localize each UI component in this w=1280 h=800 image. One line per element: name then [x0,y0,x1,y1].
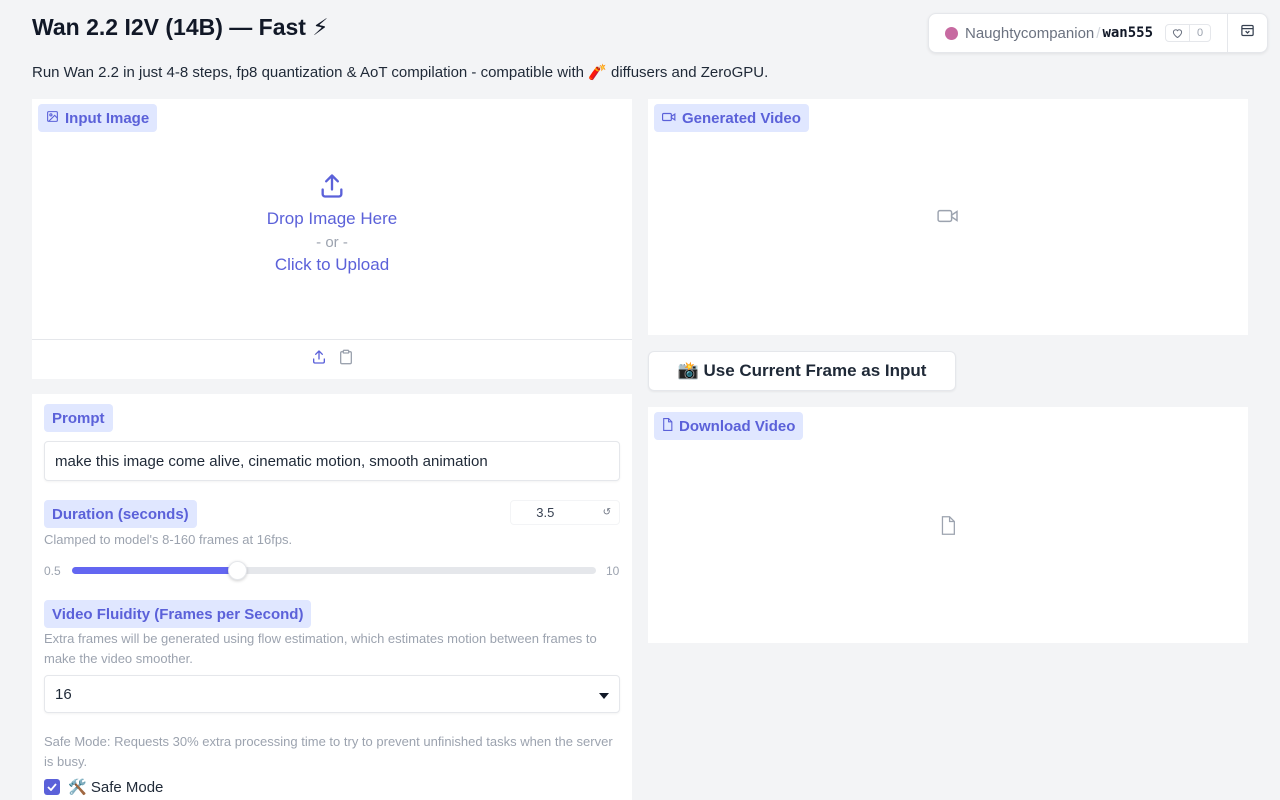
use-current-frame-button[interactable]: 📸 Use Current Frame as Input [648,351,956,391]
prompt-label: Prompt [44,404,113,432]
space-owner-link[interactable]: Naughtycompanion [965,25,1094,42]
owner-avatar[interactable] [945,26,958,40]
drop-image-text: Drop Image Here [266,209,398,228]
generated-video-label-text: Generated Video [682,109,801,127]
drop-or-text: - or - [316,234,348,251]
video-icon [662,110,676,127]
duration-label: Duration (seconds) [44,500,197,528]
input-image-label: Input Image [38,104,158,132]
clipboard-source-button[interactable] [339,349,353,370]
image-icon [46,110,59,127]
generated-video-panel: Generated Video [648,99,1248,335]
badge-separator: / [1096,24,1101,42]
space-name-link[interactable]: wan555 [1102,25,1153,41]
click-to-upload-text: Click to Upload [274,255,390,274]
dropdown-arrow-icon [599,686,609,703]
clipboard-icon [339,349,353,369]
slider-min-label: 0.5 [44,564,61,578]
reset-icon[interactable]: ↺ [580,507,619,518]
download-video-label: Download Video [654,412,804,440]
collapse-icon [1240,23,1255,43]
duration-slider[interactable] [72,561,596,580]
download-video-panel: Download Video [648,407,1248,643]
page-subtitle: Run Wan 2.2 in just 4-8 steps, fp8 quant… [32,64,769,81]
fps-selected-value: 16 [55,685,72,703]
upload-icon [311,350,327,369]
page-title: Wan 2.2 I2V (14B) — Fast ⚡ [32,14,329,40]
video-placeholder-icon [937,207,959,230]
fluidity-label: Video Fluidity (Frames per Second) [44,600,312,628]
like-count: 0 [1197,27,1204,39]
safe-mode-checkbox[interactable] [44,779,60,795]
download-video-label-text: Download Video [679,417,796,435]
space-badge: Naughtycompanion / wan555 0 [928,13,1268,53]
slider-thumb[interactable] [228,561,247,580]
heart-icon [1166,25,1191,41]
settings-panel: Prompt Duration (seconds) 3.5 ↺ Clamped … [32,394,632,800]
fluidity-info: Extra frames will be generated using flo… [44,631,597,666]
input-image-toolbar [32,339,632,379]
file-placeholder-icon [940,516,956,540]
safe-mode-row[interactable]: 🛠️ Safe Mode [44,778,163,796]
expand-header-button[interactable] [1227,14,1267,52]
safe-mode-label: 🛠️ Safe Mode [68,779,164,796]
prompt-input[interactable] [44,441,620,481]
duration-info: Clamped to model's 8-160 frames at 16fps… [44,532,293,547]
input-image-label-text: Input Image [65,109,150,127]
fps-dropdown[interactable]: 16 [44,675,620,713]
safe-mode-info: Safe Mode: Requests 30% extra processing… [44,734,613,769]
generated-video-label: Generated Video [654,104,809,132]
like-button[interactable]: 0 [1165,24,1212,42]
slider-max-label: 10 [606,564,620,578]
duration-value: 3.5 [536,505,555,520]
file-icon [662,417,673,435]
slider-fill [72,567,237,574]
upload-source-button[interactable] [311,349,327,370]
upload-icon [318,172,346,205]
input-image-panel: Input Image Drop Image Here - or - Click… [32,99,632,379]
image-drop-zone[interactable]: Drop Image Here - or - Click to Upload [32,139,632,339]
duration-number-input[interactable]: 3.5 ↺ [510,500,620,525]
